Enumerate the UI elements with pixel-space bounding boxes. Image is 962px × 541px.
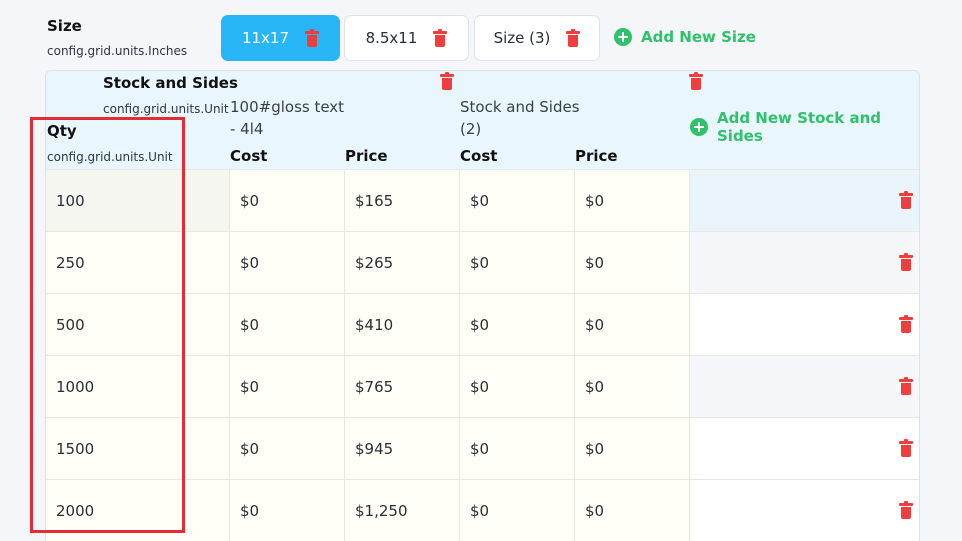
cost-cell[interactable]: $0 bbox=[230, 294, 345, 355]
price-cell[interactable]: $165 bbox=[345, 170, 460, 231]
table-row: 100 $0 $165 $0 $0 bbox=[46, 169, 919, 231]
row-actions bbox=[690, 232, 919, 293]
price-cell[interactable]: $265 bbox=[345, 232, 460, 293]
size-tab-label: Size (3) bbox=[493, 29, 551, 47]
size-tab-8-5x11[interactable]: 8.5x11 bbox=[344, 15, 469, 61]
delete-row-icon[interactable] bbox=[899, 315, 913, 333]
add-new-stock-sides-label: Add New Stock and Sides bbox=[717, 109, 882, 145]
size-tab-size-3[interactable]: Size (3) bbox=[474, 15, 600, 61]
add-new-stock-sides-button[interactable]: Add New Stock and Sides bbox=[690, 109, 919, 145]
price-cell[interactable]: $0 bbox=[575, 418, 690, 479]
cost-cell[interactable]: $0 bbox=[460, 232, 575, 293]
cost-cell[interactable]: $0 bbox=[460, 356, 575, 417]
price-cell[interactable]: $765 bbox=[345, 356, 460, 417]
qty-cell[interactable]: 2000 bbox=[46, 480, 230, 541]
add-new-size-label: Add New Size bbox=[641, 28, 756, 46]
cost-column-header-2: Cost bbox=[460, 147, 498, 165]
size-unit-label: config.grid.units.Inches bbox=[47, 44, 188, 58]
price-column-header-2: Price bbox=[575, 147, 618, 165]
price-cell[interactable]: $0 bbox=[575, 232, 690, 293]
qty-cell[interactable]: 1500 bbox=[46, 418, 230, 479]
row-actions bbox=[690, 170, 919, 231]
plus-circle-icon bbox=[614, 28, 632, 46]
stock-group-1-name: 100#gloss text bbox=[230, 98, 345, 116]
size-section-title: Size bbox=[47, 17, 82, 35]
stock-group-2-name-line2: (2) bbox=[460, 120, 482, 138]
delete-size-icon[interactable] bbox=[566, 28, 581, 47]
cost-cell[interactable]: $0 bbox=[230, 418, 345, 479]
cost-column-header-1: Cost bbox=[230, 147, 268, 165]
table-row: 500 $0 $410 $0 $0 bbox=[46, 293, 919, 355]
cost-cell[interactable]: $0 bbox=[230, 356, 345, 417]
row-actions bbox=[690, 294, 919, 355]
price-cell[interactable]: $945 bbox=[345, 418, 460, 479]
delete-size-icon[interactable] bbox=[305, 28, 320, 47]
delete-stock-group-1-icon[interactable] bbox=[440, 72, 454, 90]
qty-cell[interactable]: 100 bbox=[46, 170, 230, 231]
row-actions bbox=[690, 480, 919, 541]
price-cell[interactable]: $0 bbox=[575, 480, 690, 541]
size-tab-label: 8.5x11 bbox=[365, 29, 418, 47]
delete-row-icon[interactable] bbox=[899, 253, 913, 271]
delete-row-icon[interactable] bbox=[899, 191, 913, 209]
price-cell[interactable]: $410 bbox=[345, 294, 460, 355]
cost-cell[interactable]: $0 bbox=[460, 294, 575, 355]
stock-sides-unit: config.grid.units.Unit bbox=[103, 102, 229, 116]
qty-unit-label: config.grid.units.Unit bbox=[47, 150, 173, 164]
size-tab-label: 11x17 bbox=[241, 29, 290, 47]
price-cell[interactable]: $1,250 bbox=[345, 480, 460, 541]
stock-group-1-name-line2: - 4l4 bbox=[230, 120, 264, 138]
table-row: 1000 $0 $765 $0 $0 bbox=[46, 355, 919, 417]
delete-row-icon[interactable] bbox=[899, 439, 913, 457]
row-actions bbox=[690, 356, 919, 417]
price-column-header-1: Price bbox=[345, 147, 388, 165]
table-row: 2000 $0 $1,250 $0 $0 bbox=[46, 479, 919, 541]
qty-cell[interactable]: 250 bbox=[46, 232, 230, 293]
delete-row-icon[interactable] bbox=[899, 501, 913, 519]
qty-column-header: Qty bbox=[47, 122, 77, 140]
size-tab-11x17[interactable]: 11x17 bbox=[221, 15, 340, 61]
cost-cell[interactable]: $0 bbox=[230, 232, 345, 293]
delete-row-icon[interactable] bbox=[899, 377, 913, 395]
add-new-size-button[interactable]: Add New Size bbox=[614, 28, 756, 46]
delete-size-icon[interactable] bbox=[433, 28, 448, 47]
cost-cell[interactable]: $0 bbox=[230, 170, 345, 231]
stock-sides-title: Stock and Sides bbox=[103, 74, 238, 92]
price-cell[interactable]: $0 bbox=[575, 356, 690, 417]
table-row: 250 $0 $265 $0 $0 bbox=[46, 231, 919, 293]
price-cell[interactable]: $0 bbox=[575, 294, 690, 355]
cost-cell[interactable]: $0 bbox=[460, 170, 575, 231]
stock-group-2-name: Stock and Sides bbox=[460, 98, 580, 116]
table-row: 1500 $0 $945 $0 $0 bbox=[46, 417, 919, 479]
cost-cell[interactable]: $0 bbox=[230, 480, 345, 541]
qty-cell[interactable]: 1000 bbox=[46, 356, 230, 417]
cost-cell[interactable]: $0 bbox=[460, 418, 575, 479]
delete-stock-group-2-icon[interactable] bbox=[689, 72, 704, 90]
row-actions bbox=[690, 418, 919, 479]
price-grid-panel: Stock and Sides config.grid.units.Unit Q… bbox=[45, 70, 920, 541]
qty-cell[interactable]: 500 bbox=[46, 294, 230, 355]
plus-circle-icon bbox=[690, 118, 708, 136]
price-cell[interactable]: $0 bbox=[575, 170, 690, 231]
cost-cell[interactable]: $0 bbox=[460, 480, 575, 541]
